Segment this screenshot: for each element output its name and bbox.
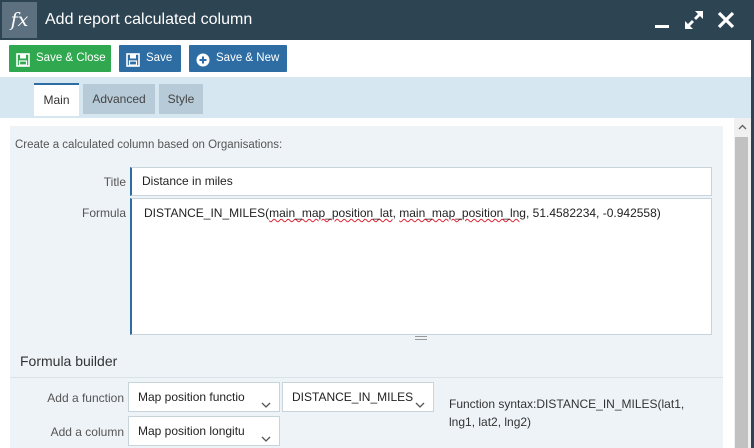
plus-circle-icon — [196, 51, 210, 67]
function-select[interactable]: DISTANCE_IN_MILES — [282, 382, 434, 412]
save-icon — [16, 51, 30, 67]
formula-textarea[interactable]: DISTANCE_IN_MILES(main_map_position_lat,… — [130, 198, 712, 335]
toolbar: Save & Close Save Save & New — [0, 40, 754, 77]
window-title: Add report calculated column — [45, 11, 253, 28]
close-icon[interactable] — [714, 8, 738, 32]
column-select[interactable]: Map position longitu — [128, 416, 280, 446]
tab-advanced[interactable]: Advanced — [83, 84, 155, 114]
function-type-value: Map position functio — [138, 390, 245, 404]
chevron-down-icon — [261, 426, 271, 442]
save-new-button[interactable]: Save & New — [189, 45, 287, 72]
chevron-down-icon — [261, 392, 271, 408]
save-close-label: Save & Close — [36, 52, 106, 64]
formula-label: Formula — [81, 206, 126, 220]
save-label: Save — [146, 52, 173, 64]
save-new-label: Save & New — [216, 52, 280, 64]
formula-arg-lng: main_map_position_lng — [399, 206, 526, 220]
function-type-select[interactable]: Map position functio — [128, 382, 280, 412]
minimize-icon[interactable] — [650, 8, 674, 32]
save-button[interactable]: Save — [119, 45, 181, 72]
tab-main[interactable]: Main — [34, 83, 79, 116]
fx-icon: fx — [2, 2, 37, 38]
title-bar: fx Add report calculated column — [0, 0, 754, 40]
save-close-button[interactable]: Save & Close — [9, 45, 111, 72]
add-column-label: Add a column — [50, 425, 124, 439]
column-value: Map position longitu — [138, 424, 245, 438]
chevron-down-icon — [415, 392, 425, 408]
formula-function: DISTANCE_IN_MILES( — [144, 206, 270, 220]
scroll-up-icon[interactable] — [734, 119, 751, 136]
formula-builder-heading: Formula builder — [20, 353, 118, 369]
tab-strip: Main Advanced Style — [0, 77, 754, 118]
formula-rest: , 51.4582234, -0.942558) — [525, 206, 661, 220]
resize-grip-icon[interactable] — [415, 336, 427, 340]
maximize-icon[interactable] — [682, 8, 706, 32]
title-input[interactable]: Distance in miles — [130, 167, 712, 196]
formula-arg-lat: main_map_position_lat — [269, 206, 393, 220]
form-description: Create a calculated column based on Orga… — [15, 139, 283, 151]
function-syntax: Function syntax:DISTANCE_IN_MILES(lat1, … — [449, 397, 685, 429]
scrollbar-thumb[interactable] — [735, 137, 748, 448]
add-function-label: Add a function — [47, 391, 124, 405]
save-icon — [126, 51, 140, 67]
function-value: DISTANCE_IN_MILES — [292, 390, 414, 404]
tab-style[interactable]: Style — [159, 84, 203, 114]
title-label: Title — [103, 175, 126, 189]
